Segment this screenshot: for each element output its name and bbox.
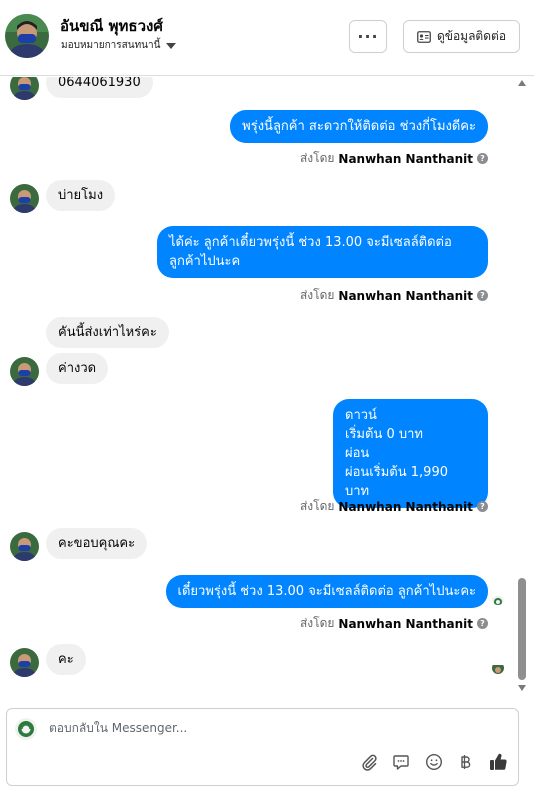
scrollbar-thumb[interactable] bbox=[518, 578, 526, 680]
view-contact-info-button[interactable]: ดูข้อมูลติดต่อ bbox=[403, 20, 520, 53]
message-line: เริ่มต้น 0 บาท bbox=[345, 427, 423, 442]
sender-name: Nanwhan Nanthanit bbox=[338, 151, 473, 166]
contact-name: อันขณี พุทธวงศ์ bbox=[60, 17, 163, 35]
conversation-header: อันขณี พุทธวงศ์ มอบหมายการสนทนานี้ ··· ด… bbox=[0, 0, 534, 76]
sent-by-line: ส่งโดย Nanwhan Nanthanit ? bbox=[300, 149, 488, 168]
assign-label: มอบหมายการสนทนานี้ bbox=[61, 40, 161, 51]
sender-name: Nanwhan Nanthanit bbox=[338, 616, 473, 631]
message-list[interactable]: 0644061930 พรุ่งนี้ลูกค้า สะดวกให้ติดต่อ… bbox=[0, 77, 534, 697]
help-icon[interactable]: ? bbox=[477, 618, 488, 629]
message-line: ลูกค้าไปนะค bbox=[169, 254, 241, 269]
incoming-message[interactable]: 0644061930 bbox=[46, 77, 153, 98]
scroll-up-arrow-icon[interactable] bbox=[518, 80, 526, 86]
reply-input[interactable] bbox=[49, 721, 489, 735]
incoming-message[interactable]: คะขอบคุณคะ bbox=[46, 528, 148, 559]
sender-name: Nanwhan Nanthanit bbox=[338, 288, 473, 303]
attach-icon[interactable] bbox=[358, 751, 380, 773]
more-options-button[interactable]: ··· bbox=[349, 20, 387, 53]
outgoing-message[interactable]: ดาวน์ เริ่มต้น 0 บาท ผ่อน ผ่อนเริ่มต้น 1… bbox=[333, 399, 488, 508]
message-composer bbox=[6, 708, 519, 786]
page-avatar bbox=[15, 718, 37, 740]
message-line: ผ่อน bbox=[345, 446, 370, 461]
outgoing-message[interactable]: ได้ค่ะ ลูกค้าเดี๋ยวพรุ่งนี้ ช่วง 13.00 จ… bbox=[157, 226, 488, 278]
assign-conversation-dropdown[interactable]: มอบหมายการสนทนานี้ bbox=[61, 38, 177, 53]
message-line: ดาวน์ bbox=[345, 408, 377, 423]
contact-avatar-small bbox=[10, 77, 39, 100]
message-line: ได้ค่ะ ลูกค้าเดี๋ยวพรุ่งนี้ ช่วง 13.00 จ… bbox=[169, 235, 452, 250]
seen-avatar bbox=[492, 593, 504, 605]
outgoing-message[interactable]: พรุ่งนี้ลูกค้า สะดวกให้ติดต่อ ช่วงกี่โมง… bbox=[230, 110, 488, 143]
sent-by-line: ส่งโดย Nanwhan Nanthanit ? bbox=[300, 614, 488, 633]
thumbs-up-icon[interactable] bbox=[487, 751, 509, 773]
sent-by-line: ส่งโดย Nanwhan Nanthanit ? bbox=[300, 286, 488, 305]
incoming-message[interactable]: คันนี้ส่งเท่าไหร่คะ bbox=[46, 317, 169, 348]
contact-avatar-small bbox=[10, 357, 39, 386]
incoming-message[interactable]: คะ bbox=[46, 644, 86, 675]
sent-by-prefix: ส่งโดย bbox=[299, 616, 335, 630]
outgoing-message[interactable]: เดี๋ยวพรุ่งนี้ ช่วง 13.00 จะมีเซลล์ติดต่… bbox=[165, 575, 488, 608]
help-icon[interactable]: ? bbox=[477, 501, 488, 512]
sender-name: Nanwhan Nanthanit bbox=[338, 499, 473, 514]
message-line: ผ่อนเริ่มต้น 1,990 บาท bbox=[345, 465, 448, 499]
scroll-down-arrow-icon[interactable] bbox=[518, 685, 526, 691]
caret-down-icon bbox=[166, 42, 177, 49]
seen-avatar bbox=[492, 662, 504, 674]
saved-reply-icon[interactable] bbox=[390, 751, 412, 773]
emoji-icon[interactable] bbox=[423, 751, 445, 773]
sent-by-prefix: ส่งโดย bbox=[299, 499, 335, 513]
contact-avatar[interactable] bbox=[5, 14, 49, 58]
incoming-message[interactable]: บ่ายโมง bbox=[46, 180, 116, 211]
incoming-message[interactable]: ค่างวด bbox=[46, 353, 109, 384]
help-icon[interactable]: ? bbox=[477, 153, 488, 164]
contact-card-icon bbox=[417, 30, 431, 43]
sent-by-prefix: ส่งโดย bbox=[299, 151, 335, 165]
view-contact-info-label: ดูข้อมูลติดต่อ bbox=[436, 29, 507, 43]
help-icon[interactable]: ? bbox=[477, 290, 488, 301]
sent-by-prefix: ส่งโดย bbox=[299, 288, 335, 302]
contact-avatar-small bbox=[10, 532, 39, 561]
sent-by-line: ส่งโดย Nanwhan Nanthanit ? bbox=[300, 497, 488, 516]
payment-icon[interactable] bbox=[454, 751, 476, 773]
contact-avatar-small bbox=[10, 184, 39, 213]
contact-avatar-small bbox=[10, 648, 39, 677]
